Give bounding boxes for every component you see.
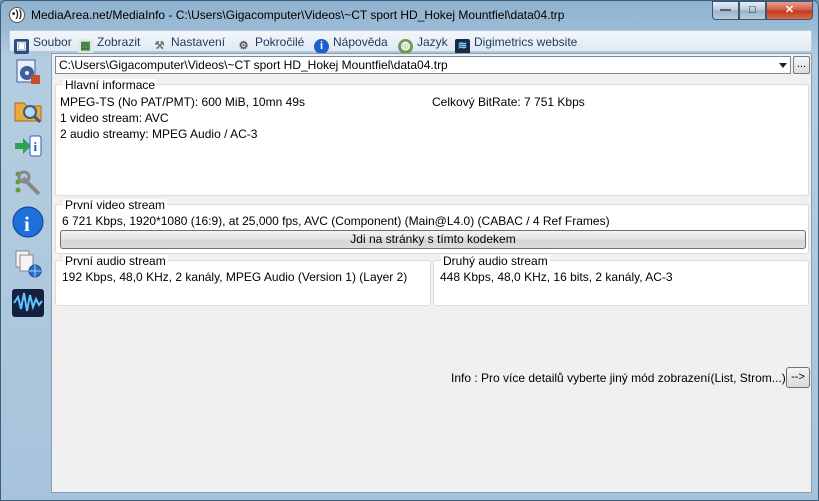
video-stream-group: První video stream 6 721 Kbps, 1920*1080… xyxy=(55,199,809,254)
export-icon: i xyxy=(15,135,42,157)
menu-napoveda[interactable]: i Nápověda xyxy=(314,33,388,54)
mediainfo-window: •)) MediaArea.net/MediaInfo - C:\Users\G… xyxy=(0,0,819,501)
maximize-button[interactable]: □ xyxy=(739,1,766,20)
close-button[interactable]: ✕ xyxy=(766,1,813,20)
audio-stream-1-details: 192 Kbps, 48,0 KHz, 2 kanály, MPEG Audio… xyxy=(62,270,408,284)
menu-jazyk[interactable]: ◍ Jazyk xyxy=(398,33,448,54)
menu-soubor[interactable]: ▣ Soubor xyxy=(14,33,72,54)
main-content: C:\Users\Gigacomputer\Videos\~CT sport H… xyxy=(51,53,812,493)
digimetrics-icon: ≋ xyxy=(455,39,470,54)
main-info-format: MPEG-TS (No PAT/PMT): 600 MiB, 10mn 49s xyxy=(60,95,305,109)
settings-icon: ⚒ xyxy=(154,40,165,52)
sidebar-open-folder[interactable] xyxy=(11,92,45,126)
menu-digimetrics[interactable]: ≋ Digimetrics website xyxy=(455,33,578,54)
svg-text:i: i xyxy=(24,212,30,236)
menu-bar: ▣ Soubor ▦ Zobrazit ⚒ Nastavení ⚙ Pokročilé … xyxy=(9,30,812,54)
sidebar-about[interactable]: i xyxy=(11,205,45,239)
preferences-icon xyxy=(15,170,41,196)
menu-label: Zobrazit xyxy=(97,35,141,49)
minimize-button[interactable]: — xyxy=(712,1,739,20)
menu-label: Pokročilé xyxy=(255,35,305,49)
chevron-down-icon[interactable] xyxy=(779,63,787,68)
view-mode-hint: Info : Pro více detailů vyberte jiný mód… xyxy=(451,371,786,385)
sidebar-export[interactable]: i xyxy=(11,129,45,163)
window-title: MediaArea.net/MediaInfo - C:\Users\Gigac… xyxy=(31,8,565,22)
open-folder-icon xyxy=(14,102,42,124)
web-icon xyxy=(15,250,42,278)
open-file-icon xyxy=(16,59,40,84)
browse-button[interactable]: ... xyxy=(793,56,810,74)
audio-stream-1-title: První audio stream xyxy=(63,254,168,268)
main-info-video-count: 1 video stream: AVC xyxy=(60,111,169,125)
video-stream-details: 6 721 Kbps, 1920*1080 (16:9), at 25,000 … xyxy=(62,214,610,228)
about-icon: i xyxy=(12,206,44,238)
sidebar-preferences[interactable] xyxy=(11,166,45,200)
next-view-button[interactable]: --> xyxy=(786,367,810,388)
sidebar-digimetrics[interactable] xyxy=(11,286,45,320)
menu-label: Digimetrics website xyxy=(474,35,578,49)
language-icon: ◍ xyxy=(398,39,413,54)
file-icon: ▣ xyxy=(14,39,29,54)
file-path-value: C:\Users\Gigacomputer\Videos\~CT sport H… xyxy=(59,58,448,72)
menu-label: Nápověda xyxy=(333,35,388,49)
advanced-icon: ⚙ xyxy=(238,40,249,52)
main-info-audio-count: 2 audio streamy: MPEG Audio / AC-3 xyxy=(60,127,258,141)
mediainfo-app-icon: •)) xyxy=(9,7,25,23)
svg-text:i: i xyxy=(34,139,38,154)
sidebar-toolbar: i i xyxy=(9,53,49,493)
audio-stream-2-details: 448 Kbps, 48,0 KHz, 16 bits, 2 kanály, A… xyxy=(440,270,673,284)
menu-label: Soubor xyxy=(33,35,72,49)
codec-website-button[interactable]: Jdi na stránky s tímto kodekem xyxy=(60,230,806,249)
main-info-bitrate: Celkový BitRate: 7 751 Kbps xyxy=(432,95,585,109)
video-stream-title: První video stream xyxy=(63,198,168,212)
menu-label: Nastavení xyxy=(171,35,226,49)
audio-stream-2-group: Druhý audio stream 448 Kbps, 48,0 KHz, 1… xyxy=(433,255,809,306)
help-icon: i xyxy=(314,39,329,54)
audio-stream-2-title: Druhý audio stream xyxy=(441,254,550,268)
menu-label: Jazyk xyxy=(417,35,448,49)
main-info-title: Hlavní informace xyxy=(63,78,158,92)
digimetrics-logo-icon xyxy=(12,289,44,317)
sidebar-open-file[interactable] xyxy=(11,55,45,89)
menu-nastaveni[interactable]: ⚒ Nastavení xyxy=(152,33,226,52)
menu-zobrazit[interactable]: ▦ Zobrazit xyxy=(78,33,141,54)
audio-stream-1-group: První audio stream 192 Kbps, 48,0 KHz, 2… xyxy=(55,255,431,306)
main-info-group: Hlavní informace MPEG-TS (No PAT/PMT): 6… xyxy=(55,79,809,196)
title-bar[interactable]: •)) MediaArea.net/MediaInfo - C:\Users\G… xyxy=(1,1,818,28)
menu-pokrocile[interactable]: ⚙ Pokročilé xyxy=(236,33,305,52)
view-icon: ▦ xyxy=(78,39,93,54)
file-path-combobox[interactable]: C:\Users\Gigacomputer\Videos\~CT sport H… xyxy=(55,56,791,74)
sidebar-web[interactable] xyxy=(11,247,45,281)
